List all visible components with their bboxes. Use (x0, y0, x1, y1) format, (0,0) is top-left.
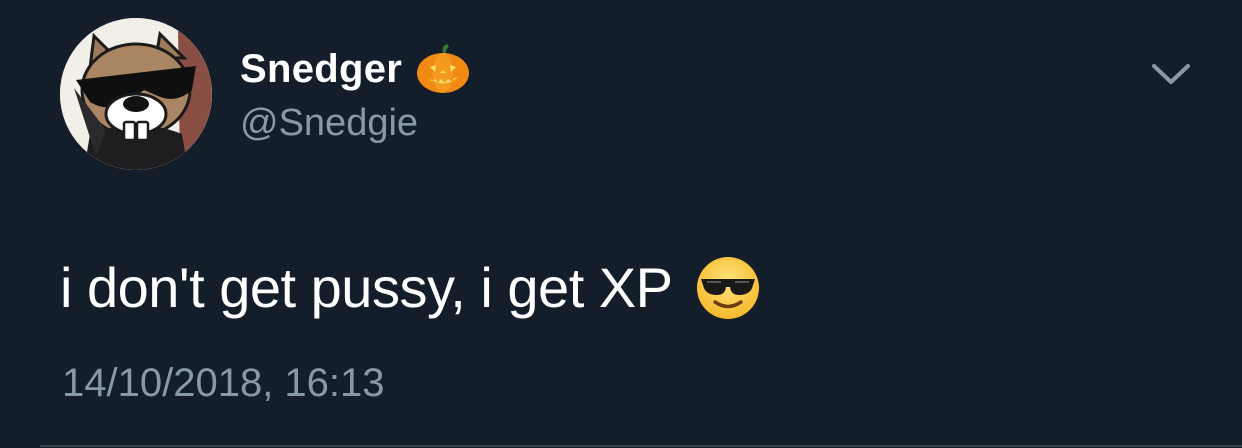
tweet-timestamp[interactable]: 14/10/2018, 16:13 (62, 358, 385, 408)
avatar[interactable] (60, 18, 212, 170)
beaver-avatar-icon (60, 18, 212, 170)
smiling-face-with-sunglasses-icon (695, 255, 761, 321)
divider (40, 445, 1242, 447)
user-handle[interactable]: @Snedgie (240, 100, 418, 146)
tweet-body: i don't get pussy, i get XP (60, 250, 761, 326)
tweet-text: i don't get pussy, i get XP (60, 256, 673, 319)
tweet-card[interactable]: Snedger @Snedgie i don't get pussy, i ge… (0, 0, 1242, 448)
display-name[interactable]: Snedger (240, 44, 402, 94)
chevron-down-icon[interactable] (1150, 58, 1192, 88)
author-name-row[interactable]: Snedger (240, 44, 470, 94)
jack-o-lantern-icon (416, 44, 470, 94)
